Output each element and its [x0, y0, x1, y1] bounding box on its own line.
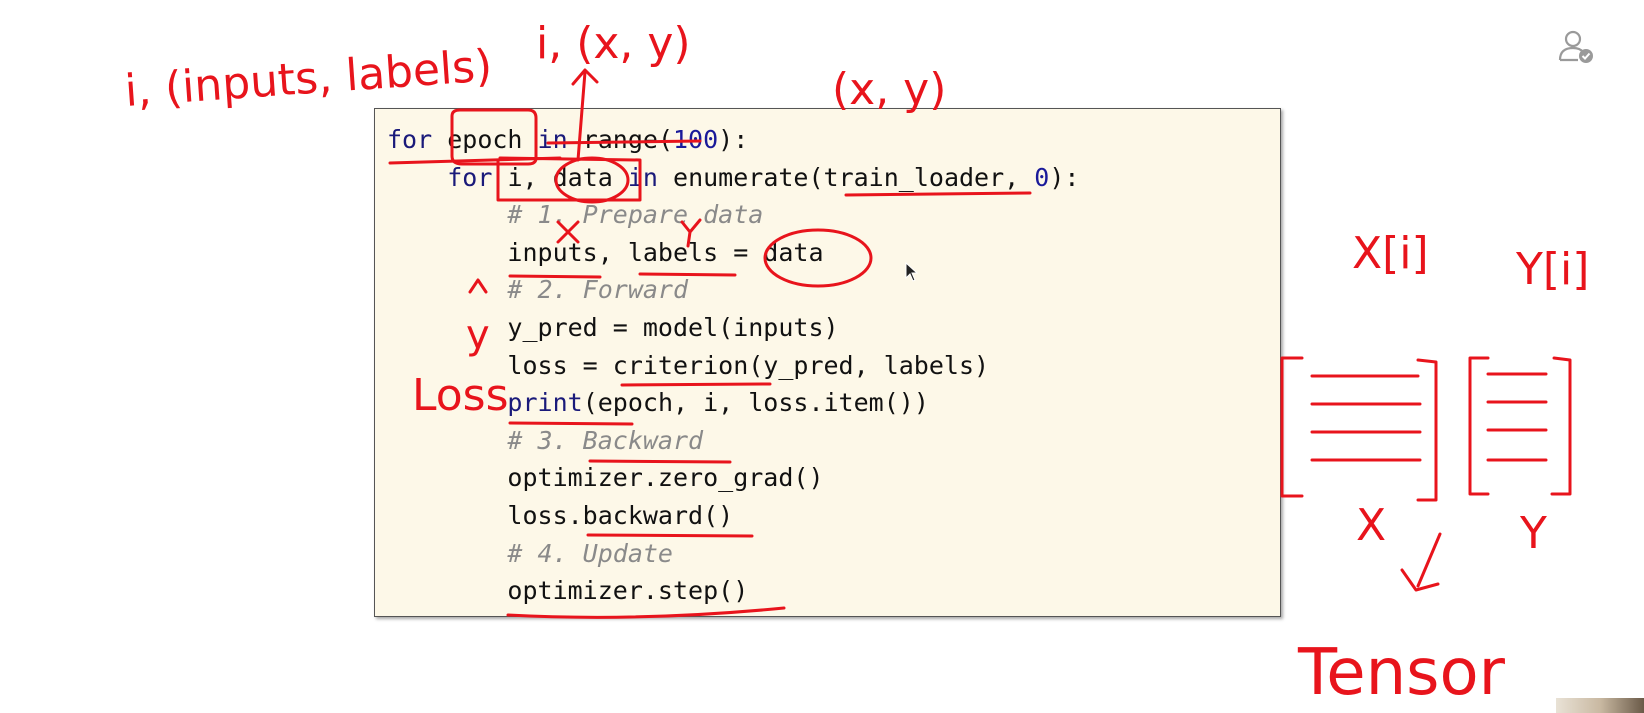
code-token: (epoch, i, loss.item()) — [582, 388, 929, 418]
code-token: in — [537, 125, 583, 154]
code-line: print(epoch, i, loss.item()) — [387, 388, 929, 418]
code-token: enumerate(train_loader, — [673, 162, 1035, 192]
code-line: y_pred = model(inputs) — [387, 313, 839, 343]
code-line: # 2. Forward — [387, 275, 688, 305]
code-token: # 1. Prepare data — [507, 200, 764, 230]
code-token: # 2. Forward — [507, 275, 689, 305]
code-token: ): — [1049, 162, 1080, 192]
code-token: in — [627, 162, 674, 192]
annotation-top-left: i, (inputs, labels) — [123, 40, 494, 117]
code-token: 100 — [673, 125, 719, 154]
annotation-y-index: Y[i] — [1515, 244, 1589, 295]
user-check-icon[interactable] — [1556, 26, 1596, 66]
code-token: y_pred = model(inputs) — [507, 313, 839, 342]
code-token: epoch — [447, 125, 538, 154]
code-token: # 3. Backward — [507, 425, 704, 455]
annotation-matrix-y: Y — [1519, 508, 1547, 559]
matrix-x-rows — [1310, 374, 1422, 462]
code-token: for — [447, 162, 508, 192]
code-panel: for epoch in range(100): for i, data in … — [374, 108, 1281, 617]
matrix-x-left-bracket — [1280, 356, 1304, 498]
matrix-x-right-bracket — [1416, 358, 1438, 502]
code-token: 0 — [1034, 162, 1050, 192]
code-token: for — [387, 125, 448, 154]
annotation-top-mid: i, (x, y) — [536, 18, 691, 69]
code-line: loss = criterion(y_pred, labels) — [387, 351, 989, 381]
annotation-matrix-x: X — [1356, 500, 1386, 551]
arrow-head-up — [571, 68, 599, 86]
annotation-tensor: Tensor — [1297, 636, 1506, 710]
mouse-pointer-icon — [905, 262, 919, 282]
code-token: # 4. Update — [507, 538, 673, 568]
code-token: loss.backward() — [507, 501, 734, 530]
code-token: inputs, labels = data — [507, 237, 824, 267]
code-line: # 3. Backward — [387, 426, 703, 456]
code-token: range( — [582, 125, 673, 154]
matrix-y-left-bracket — [1468, 356, 1490, 496]
matrix-y-right-bracket — [1550, 356, 1572, 496]
code-line: # 4. Update — [387, 539, 673, 569]
code-line: # 1. Prepare data — [387, 200, 763, 230]
arrow-down — [1416, 532, 1442, 588]
code-line: for epoch in range(100): — [387, 125, 748, 155]
matrix-y-rows — [1486, 372, 1548, 462]
code-token: ): — [718, 125, 749, 154]
webcam-thumbnail — [1556, 698, 1644, 713]
code-line: for i, data in enumerate(train_loader, 0… — [387, 163, 1079, 193]
code-token: loss = criterion(y_pred, labels) — [507, 350, 990, 380]
lecture-slide: for epoch in range(100): for i, data in … — [0, 0, 1644, 713]
code-token: optimizer.step() — [507, 576, 749, 606]
code-token: optimizer.zero_grad() — [507, 463, 824, 493]
annotation-x-index: X[i] — [1352, 228, 1429, 279]
code-token: print — [507, 388, 583, 418]
code-token: i, data — [507, 162, 628, 192]
code-line: loss.backward() — [387, 501, 733, 531]
code-line: inputs, labels = data — [387, 237, 824, 268]
code-line: optimizer.zero_grad() — [387, 463, 824, 493]
arrow-head-down — [1400, 568, 1440, 592]
code-line: optimizer.step() — [387, 576, 748, 606]
